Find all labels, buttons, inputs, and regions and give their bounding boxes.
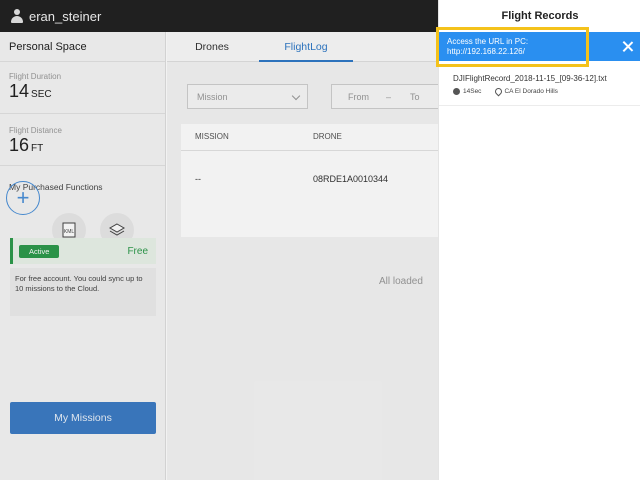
url-highlight-box: [436, 27, 589, 67]
record-name: DJIFlightRecord_2018-11-15_[09-36-12].tx…: [453, 74, 607, 83]
record-meta: 14Sec CA El Dorado Hills: [453, 88, 558, 95]
location-pin-icon: [495, 88, 501, 95]
username[interactable]: eran_steiner: [29, 9, 101, 24]
record-location: CA El Dorado Hills: [504, 88, 558, 95]
dim-overlay[interactable]: [0, 32, 438, 480]
clock-icon: [453, 88, 460, 95]
flight-records-panel: Flight Records Access the URL in PC: htt…: [438, 0, 640, 480]
record-duration: 14Sec: [463, 88, 482, 95]
record-item[interactable]: DJIFlightRecord_2018-11-15_[09-36-12].tx…: [439, 68, 640, 106]
user-icon[interactable]: [10, 9, 24, 23]
close-icon[interactable]: [622, 41, 633, 52]
